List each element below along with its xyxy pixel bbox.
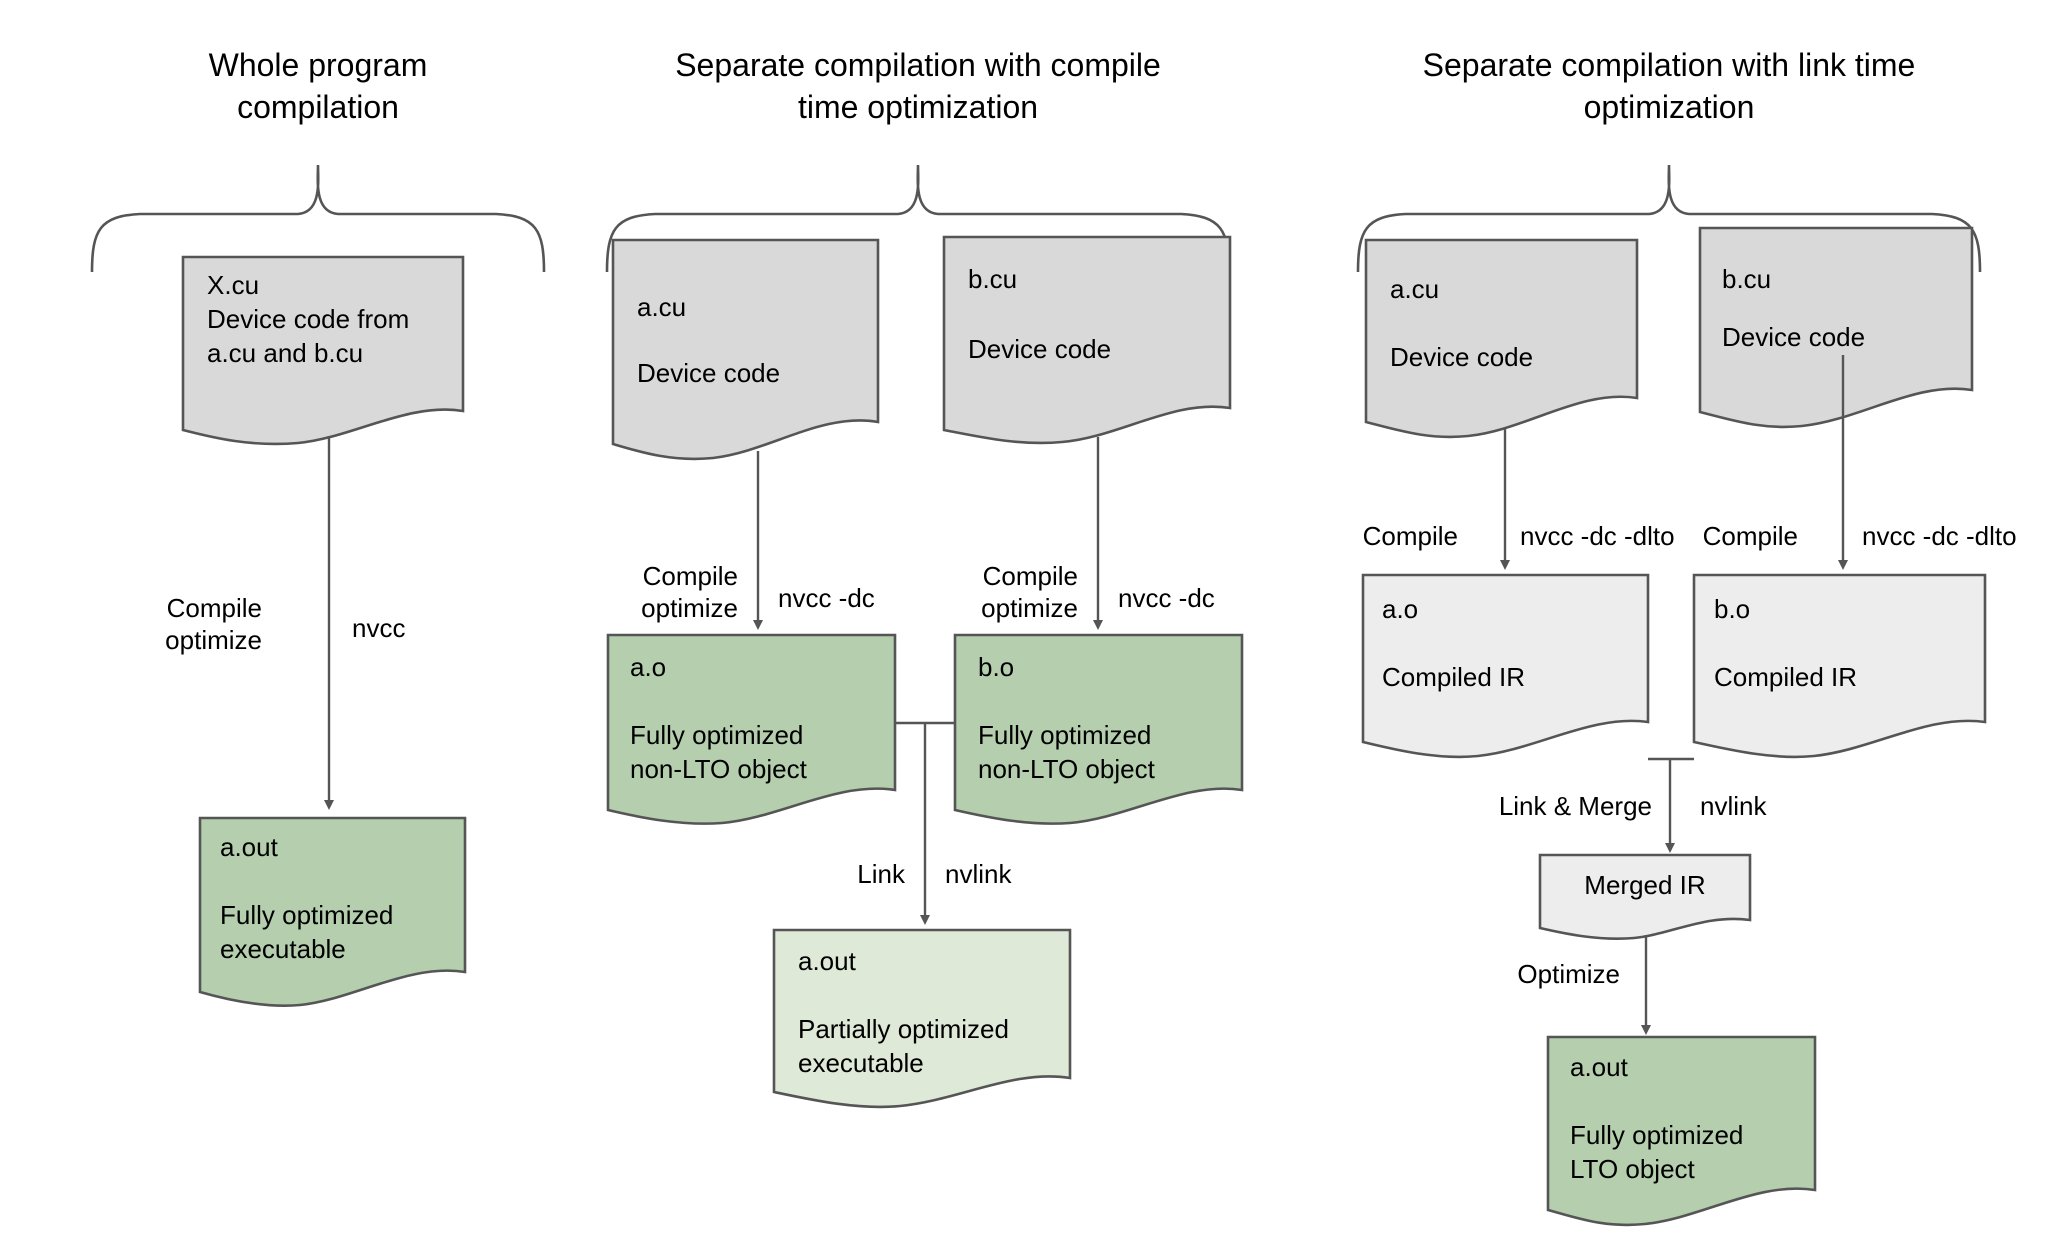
node-label-a-cu-3-name: a.cu <box>1390 274 1440 304</box>
edge-label-compile-optimize-1: Compile optimize <box>165 593 262 655</box>
edge-label-nvcc-dc-dlto-3b: nvcc -dc -dlto <box>1862 521 2017 551</box>
node-label-a-out-3-name: a.out <box>1570 1052 1628 1082</box>
edge-label-nvlink-3: nvlink <box>1700 791 1767 821</box>
edge-label-compile-optimize-2a: Compile optimize <box>641 561 738 623</box>
node-label-a-out-1-desc: Fully optimized executable <box>220 900 394 964</box>
brace-separate-compile-time <box>605 164 1231 273</box>
edge-label-nvlink-2: nvlink <box>945 859 1012 889</box>
node-label-b-cu-3-desc: Device code <box>1722 322 1866 352</box>
column-title-separate-link-time: Separate compilation with link time opti… <box>1422 47 1916 125</box>
column-title-whole-program: Whole program compilation <box>208 47 428 125</box>
node-label-a-out-1-name: a.out <box>220 832 278 862</box>
diagram-canvas: Whole program compilation Separate compi… <box>0 0 2057 1256</box>
node-label-a-out-3-desc: Fully optimized LTO object <box>1570 1120 1744 1184</box>
node-label-b-o-2-name: b.o <box>978 652 1015 682</box>
shape-a-cu-3 <box>1364 238 1639 439</box>
node-label-a-o-2-name: a.o <box>630 652 667 682</box>
node-label-a-cu-2-desc: Device code <box>637 358 781 388</box>
node-label-x-cu-desc: Device code from a.cu and b.cu <box>207 304 410 368</box>
shape-a-cu-2 <box>611 238 880 461</box>
node-label-b-cu-3-name: b.cu <box>1722 264 1772 294</box>
node-label-b-o-2-desc: Fully optimized non-LTO object <box>978 720 1155 784</box>
node-label-a-cu-3-desc: Device code <box>1390 342 1534 372</box>
brace-separate-link-time <box>1356 164 1982 273</box>
edge-label-link-2: Link <box>857 859 905 889</box>
edge-label-compile-3a: Compile <box>1362 521 1458 551</box>
node-label-b-cu-2-desc: Device code <box>968 334 1112 364</box>
edge-label-compile-optimize-2b: Compile optimize <box>981 561 1078 623</box>
edge-label-nvcc-1: nvcc <box>352 613 406 643</box>
node-label-a-out-2-desc: Partially optimized executable <box>798 1014 1009 1078</box>
node-label-merged-ir: Merged IR <box>1584 870 1706 900</box>
edge-label-compile-3b: Compile <box>1702 521 1798 551</box>
node-label-b-cu-2-name: b.cu <box>968 264 1018 294</box>
column-title-separate-compile-time: Separate compilation with compile time o… <box>675 47 1161 125</box>
node-label-b-o-3-name: b.o <box>1714 594 1751 624</box>
node-label-x-cu-name: X.cu <box>207 270 260 300</box>
node-label-a-o-3-desc: Compiled IR <box>1382 662 1526 692</box>
brace-whole-program <box>90 164 546 273</box>
node-label-b-o-3-desc: Compiled IR <box>1714 662 1858 692</box>
edge-label-optimize-3: Optimize <box>1517 959 1620 989</box>
node-label-a-o-2-desc: Fully optimized non-LTO object <box>630 720 807 784</box>
node-label-a-cu-2-name: a.cu <box>637 292 687 322</box>
node-label-a-out-2-name: a.out <box>798 946 856 976</box>
node-label-a-o-3-name: a.o <box>1382 594 1419 624</box>
edge-label-link-merge-3: Link & Merge <box>1498 791 1652 821</box>
edge-label-nvcc-dc-2b: nvcc -dc <box>1118 583 1215 613</box>
